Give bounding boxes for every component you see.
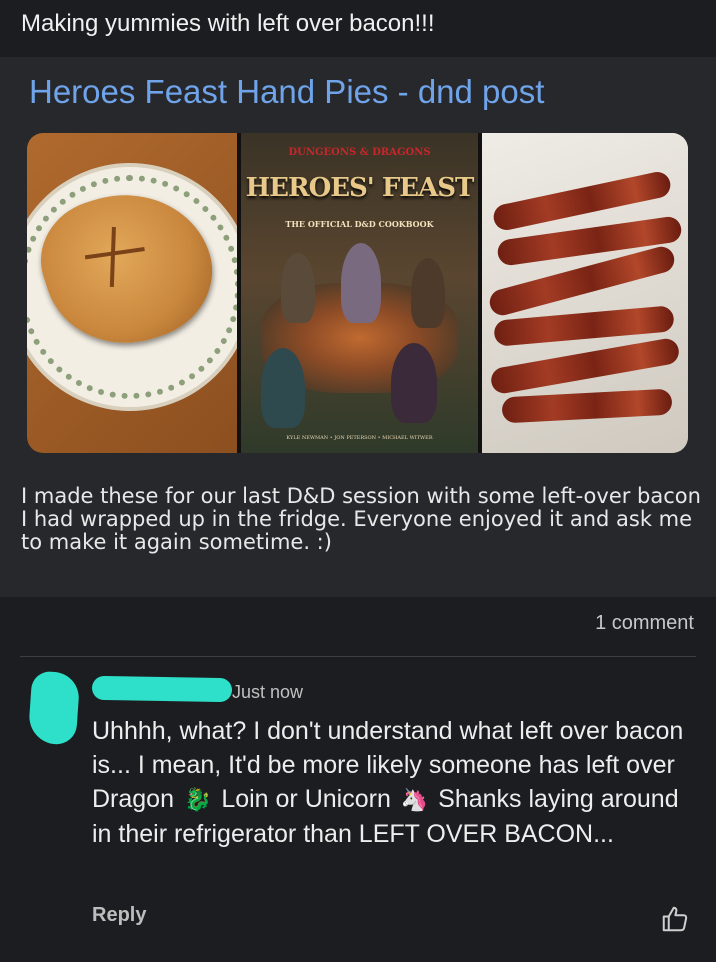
book-brand: DUNGEONS & DRAGONS [288,147,431,158]
comment-text-part-2: Loin or Unicorn [221,785,391,813]
book-character [391,343,437,423]
shared-post-card[interactable]: Heroes Feast Hand Pies - dnd post DUNGEO… [0,57,716,597]
book-title: HEROES' FEAST [245,173,475,203]
reply-button[interactable]: Reply [92,904,146,927]
post-link-title[interactable]: Heroes Feast Hand Pies - dnd post [29,73,544,111]
cookbook-cover-photo[interactable]: DUNGEONS & DRAGONS HEROES' FEAST THE OFF… [241,133,478,453]
comment-count[interactable]: 1 comment [595,612,694,635]
book-character [411,258,445,328]
book-subtitle: THE OFFICIAL D&D COOKBOOK [285,219,434,229]
comment-text: Uhhhh, what? I don't understand what lef… [92,714,692,851]
thumbs-up-icon[interactable] [660,904,690,934]
dragon-icon: 🐉 [183,787,212,813]
post-caption: Making yummies with left over bacon!!! [21,10,435,37]
divider [20,656,696,657]
book-character [341,243,381,323]
book-authors: KYLE NEWMAN • JON PETERSON • MICHAEL WIT… [286,435,433,441]
hand-pie-photo[interactable] [27,133,237,453]
avatar-redacted[interactable] [27,670,81,746]
comment-timestamp: Just now [232,682,304,702]
commenter-name-redacted[interactable] [91,675,233,703]
post-body-text: I made these for our last D&D session wi… [21,484,701,554]
post-image-gallery[interactable]: DUNGEONS & DRAGONS HEROES' FEAST THE OFF… [27,133,688,453]
book-character [261,348,305,428]
book-character [281,253,315,323]
unicorn-icon: 🦄 [400,787,429,813]
bacon-photo[interactable] [482,133,688,453]
